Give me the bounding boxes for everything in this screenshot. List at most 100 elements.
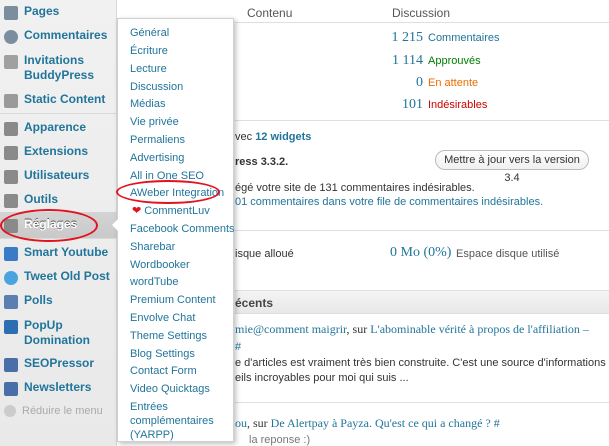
stat-approved-label[interactable]: Approuvés [428,55,481,67]
sidebar-item-pages[interactable]: Pages [0,4,117,20]
stat-comments-label[interactable]: Commentaires [428,32,500,44]
popup-icon [4,320,18,334]
comment-author-link[interactable]: ou [235,416,247,430]
invitations-icon [4,55,18,69]
akismet-spam-link[interactable]: 01 commentaires dans votre file de comme… [235,196,543,208]
sidebar-item-popup-domination[interactable]: PopUp Domination [0,318,117,348]
submenu-item-media[interactable]: Médias [130,97,165,111]
submenu-item-privacy[interactable]: Vie privée [130,115,179,129]
sidebar-separator [0,113,117,114]
collapse-icon [4,405,16,417]
comment-divider [235,402,609,403]
submenu-item-premium-content[interactable]: Premium Content [130,293,216,307]
theme-prefix: vec [235,131,253,143]
sidebar-item-seopressor[interactable]: SEOPressor [0,356,117,372]
submenu-item-advertising[interactable]: Advertising [130,151,184,165]
heart-icon: ❤ [132,205,142,217]
users-icon [4,170,18,184]
sidebar-item-label: Utilisateurs [24,168,90,182]
widgets-link[interactable]: 12 widgets [255,131,311,143]
comment-hash-link[interactable]: # [235,341,241,353]
sidebar-item-label: Pages [24,4,60,18]
sidebar-item-label: Commentaires [24,28,108,42]
discussion-header: Discussion [392,6,451,20]
tools-icon [4,194,18,208]
stat-spam-label[interactable]: Indésirables [428,99,487,111]
submenu-item-wordbooker[interactable]: Wordbooker [130,258,190,272]
comment-sur: , sur [247,416,271,430]
pages-icon [4,6,18,20]
sidebar-item-label: Invitations BuddyPress [24,53,95,82]
sidebar-item-static-content[interactable]: Static Content [0,92,117,108]
stat-pending-label[interactable]: En attente [428,77,478,89]
comment-hash-link[interactable]: # [494,416,500,430]
submenu-item-envolve-chat[interactable]: Envolve Chat [130,311,195,325]
submenu-item-blog-settings[interactable]: Blog Settings [130,347,195,361]
comment-post-link[interactable]: De Alertpay à Payza. Qu'est ce qui a cha… [271,416,491,430]
comment-1-excerpt-1: e d'articles est vraiment très bien cons… [235,357,609,369]
sidebar-item-label: Extensions [24,144,89,158]
submenu-item-general[interactable]: Général [130,26,169,40]
plugins-icon [4,146,18,160]
admin-sidebar: Pages Commentaires Invitations BuddyPres… [0,0,117,446]
settings-submenu: Général Écriture Lecture Discussion Médi… [117,18,235,442]
collapse-menu-label: Réduire le menu [22,405,103,417]
sidebar-item-label: Outils [24,192,59,206]
stat-comments-count[interactable]: 1 215 [365,30,424,46]
submenu-item-all-in-one-seo[interactable]: All in One SEO [130,169,204,183]
comment-1-hash[interactable]: # [235,341,241,353]
sidebar-item-settings[interactable]: Réglages [0,212,117,238]
submenu-item-facebook-comments[interactable]: Facebook Comments [130,222,235,236]
sidebar-item-tweet-old-post[interactable]: Tweet Old Post [0,269,117,285]
disk-allowed-label: isque alloué [235,248,294,260]
sidebar-item-label: Apparence [24,120,87,134]
recent-comment-1: mie@comment maigrir, sur L'abominable vé… [235,322,589,337]
disk-divider [235,230,609,231]
submenu-item-aweber-integration[interactable]: AWeber Integration [130,186,224,200]
sidebar-item-polls[interactable]: Polls [0,293,117,309]
submenu-item-permalinks[interactable]: Permaliens [130,133,185,147]
submenu-item-label: CommentLuv [144,205,210,217]
submenu-item-reading[interactable]: Lecture [130,62,167,76]
twitter-icon [4,271,18,285]
sidebar-item-newsletters[interactable]: Newsletters [0,380,117,396]
sidebar-item-smart-youtube[interactable]: Smart Youtube [0,245,117,261]
sidebar-item-label: Newsletters [24,380,92,394]
submenu-item-writing[interactable]: Écriture [130,44,168,58]
sidebar-item-tools[interactable]: Outils [0,192,117,208]
disk-used-value: 0 Mo (0%) [390,245,452,260]
submenu-item-sharebar[interactable]: Sharebar [130,240,175,254]
comment-post-link[interactable]: L'abominable vérité à propos de l'affili… [370,322,589,336]
submenu-item-contact-form[interactable]: Contact Form [130,364,197,378]
sidebar-item-label: Smart Youtube [24,245,109,259]
sidebar-item-comments[interactable]: Commentaires [0,28,117,44]
sidebar-item-label: PopUp Domination [24,318,90,347]
comments-icon [4,30,18,44]
submenu-item-yarpp[interactable]: Entrées complémentaires (YARPP) [130,400,226,442]
collapse-menu-button[interactable]: Réduire le menu [4,405,103,417]
submenu-item-video-quicktags[interactable]: Video Quicktags [130,382,210,396]
comment-author-link[interactable]: mie@comment maigrir [235,322,347,336]
update-button[interactable]: Mettre à jour vers la version 3.4 [435,150,589,184]
stat-spam-count[interactable]: 101 [365,97,423,113]
submenu-item-commentluv[interactable]: ❤ CommentLuv [132,204,210,218]
contenu-header: Contenu [247,6,293,20]
submenu-item-theme-settings[interactable]: Theme Settings [130,329,207,343]
stat-pending-count[interactable]: 0 [365,75,423,91]
sidebar-item-plugins[interactable]: Extensions [0,144,117,160]
submenu-item-discussion[interactable]: Discussion [130,80,183,94]
submenu-pointer [112,216,121,234]
submenu-item-wordtube[interactable]: wordTube [130,275,179,289]
stat-approved-count[interactable]: 1 114 [365,53,423,69]
comment-sur: , sur [346,322,371,336]
sidebar-item-invitations[interactable]: Invitations BuddyPress [0,53,117,83]
dashboard-main: Contenu Discussion 1 215 Commentaires 1 … [235,0,609,446]
sidebar-item-appearance[interactable]: Apparence [0,120,117,136]
sidebar-item-users[interactable]: Utilisateurs [0,168,117,184]
seopressor-icon [4,358,18,372]
recent-comments-header[interactable]: écents [235,290,609,314]
sidebar-item-label: SEOPressor [24,356,95,370]
comment-1-excerpt-2: eils incroyables pour moi qui suis ... [235,372,409,384]
sidebar-item-label: Polls [24,293,53,307]
sidebar-separator [0,238,117,239]
